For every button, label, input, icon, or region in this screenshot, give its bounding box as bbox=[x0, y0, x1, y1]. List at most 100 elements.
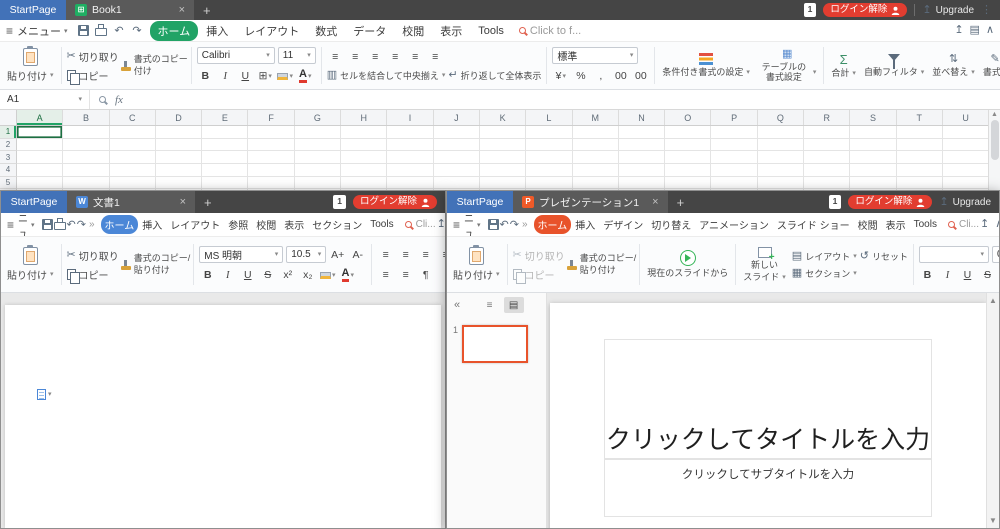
grid-cell[interactable] bbox=[711, 151, 757, 164]
redo-icon[interactable]: ↷ bbox=[510, 217, 519, 233]
column-header[interactable]: D bbox=[156, 110, 202, 125]
grid-cell[interactable] bbox=[850, 126, 896, 139]
grid-cell[interactable] bbox=[63, 164, 109, 177]
grid-cell[interactable] bbox=[619, 164, 665, 177]
grid-cell[interactable] bbox=[17, 177, 63, 190]
upgrade-button[interactable]: ↥ Upgrade bbox=[922, 5, 974, 16]
bullet-list-button[interactable]: ≡ bbox=[377, 267, 394, 283]
increase-font-button[interactable]: A+ bbox=[329, 247, 346, 263]
name-box[interactable]: A1▾ bbox=[0, 90, 90, 109]
grid-cell[interactable] bbox=[850, 139, 896, 152]
menu-tab[interactable]: アニメーション bbox=[695, 215, 773, 234]
close-tab-icon[interactable]: × bbox=[644, 196, 658, 208]
grid-cell[interactable] bbox=[110, 177, 156, 190]
italic-button[interactable]: I bbox=[939, 267, 956, 283]
column-header[interactable]: R bbox=[804, 110, 850, 125]
column-header[interactable]: N bbox=[619, 110, 665, 125]
grid-cell[interactable] bbox=[850, 177, 896, 190]
table-style-button[interactable]: ▦ テーブルの書式設定▾ bbox=[754, 44, 821, 87]
grid-cell[interactable] bbox=[341, 164, 387, 177]
grid-cell[interactable] bbox=[619, 151, 665, 164]
menu-tab[interactable]: Tools bbox=[366, 217, 397, 232]
column-header[interactable]: K bbox=[480, 110, 526, 125]
close-tab-icon[interactable]: × bbox=[171, 4, 185, 16]
grid-cell[interactable] bbox=[665, 177, 711, 190]
align-left-button[interactable]: ≡ bbox=[387, 49, 404, 65]
grid-cell[interactable] bbox=[387, 151, 433, 164]
play-from-current-slide-button[interactable]: 現在のスライドから bbox=[643, 241, 732, 288]
copy-button[interactable]: コピー bbox=[67, 267, 119, 282]
grid-cell[interactable] bbox=[619, 177, 665, 190]
grid-cell[interactable] bbox=[758, 126, 804, 139]
collapse-ribbon-icon[interactable]: ∧ bbox=[995, 219, 999, 230]
fill-color-button[interactable]: ▾ bbox=[277, 68, 294, 84]
grid-cell[interactable] bbox=[341, 139, 387, 152]
grid-cell[interactable] bbox=[17, 164, 63, 177]
section-button[interactable]: ▦セクション▾ bbox=[792, 267, 857, 280]
grid-cell[interactable] bbox=[17, 126, 63, 139]
document-float-widget[interactable]: ▾ bbox=[37, 389, 52, 400]
grid-cell[interactable] bbox=[434, 177, 480, 190]
cut-button[interactable]: ✂切り取り bbox=[513, 248, 565, 263]
grid-cell[interactable] bbox=[573, 177, 619, 190]
tab-document1[interactable]: W 文書1 × bbox=[67, 191, 195, 213]
menu-tab[interactable]: 表示 bbox=[882, 215, 910, 234]
grid-cell[interactable] bbox=[665, 164, 711, 177]
grid-cell[interactable] bbox=[526, 177, 572, 190]
autofilter-button[interactable]: 自動フィルタ▾ bbox=[860, 44, 928, 87]
hamburger-icon[interactable]: ≡ bbox=[453, 218, 460, 232]
format-painter-button[interactable]: 書式のコピー/貼り付け bbox=[567, 241, 637, 288]
grid-cell[interactable] bbox=[897, 139, 943, 152]
hamburger-icon[interactable]: ≡ bbox=[6, 24, 13, 38]
cut-button[interactable]: ✂切り取り bbox=[67, 248, 119, 263]
menu-tab[interactable]: ホーム bbox=[150, 21, 199, 41]
menu-button[interactable]: メニュー bbox=[464, 213, 474, 237]
menu-tab[interactable]: 校閲 bbox=[252, 215, 280, 234]
notification-badge[interactable]: 1 bbox=[829, 195, 842, 208]
grid-cell[interactable] bbox=[156, 139, 202, 152]
menu-tab[interactable]: 挿入 bbox=[198, 21, 236, 41]
slide-thumbnail[interactable] bbox=[462, 325, 528, 363]
layout-button[interactable]: ▤レイアウト▾ bbox=[792, 250, 857, 263]
superscript-button[interactable]: x² bbox=[279, 267, 296, 283]
grid-cell[interactable] bbox=[758, 164, 804, 177]
grid-cell[interactable] bbox=[850, 151, 896, 164]
column-header[interactable]: G bbox=[295, 110, 341, 125]
grid-cell[interactable] bbox=[387, 139, 433, 152]
bold-button[interactable]: B bbox=[197, 68, 214, 84]
menu-tab[interactable]: データ bbox=[345, 21, 394, 41]
grid-cell[interactable] bbox=[387, 126, 433, 139]
row-header[interactable]: 4 bbox=[0, 164, 17, 177]
valign-top-button[interactable]: ≡ bbox=[327, 49, 344, 65]
grid-cell[interactable] bbox=[480, 177, 526, 190]
currency-button[interactable]: ¥▾ bbox=[552, 68, 569, 84]
column-header[interactable]: B bbox=[63, 110, 109, 125]
grid-cell[interactable] bbox=[17, 139, 63, 152]
reset-button[interactable]: ↺リセット bbox=[860, 250, 908, 263]
percent-button[interactable]: % bbox=[572, 68, 589, 84]
grid-cell[interactable] bbox=[665, 139, 711, 152]
grid-cell[interactable] bbox=[295, 151, 341, 164]
search-box[interactable]: Click to f... bbox=[519, 25, 581, 37]
tab-startpage[interactable]: StartPage bbox=[1, 191, 67, 213]
more-commands-icon[interactable]: » bbox=[89, 219, 95, 230]
number-format-select[interactable]: 標準▾ bbox=[552, 47, 638, 64]
print-icon[interactable] bbox=[54, 217, 66, 233]
column-header[interactable]: U bbox=[943, 110, 988, 125]
grid-cell[interactable] bbox=[711, 177, 757, 190]
menu-tab[interactable]: 数式 bbox=[307, 21, 345, 41]
menu-button[interactable]: メニュー bbox=[17, 23, 61, 39]
grid-cell[interactable] bbox=[804, 177, 850, 190]
logout-button[interactable]: ログイン解除 bbox=[353, 195, 437, 209]
grid-cell[interactable] bbox=[850, 164, 896, 177]
slide-scrollbar[interactable]: ▲ ▼ bbox=[986, 293, 999, 528]
font-name-select[interactable]: MS 明朝▾ bbox=[199, 246, 283, 263]
grid-cell[interactable] bbox=[665, 151, 711, 164]
menu-tab[interactable]: Tools bbox=[470, 23, 512, 39]
grid-cell[interactable] bbox=[804, 151, 850, 164]
slide-thumbnail-item[interactable]: 1 bbox=[447, 317, 546, 363]
row-header[interactable]: 1 bbox=[0, 126, 17, 139]
column-header[interactable]: A bbox=[17, 110, 63, 125]
format-button[interactable]: ✎ 書式▾ bbox=[979, 44, 1000, 87]
select-all-corner[interactable] bbox=[0, 110, 17, 125]
